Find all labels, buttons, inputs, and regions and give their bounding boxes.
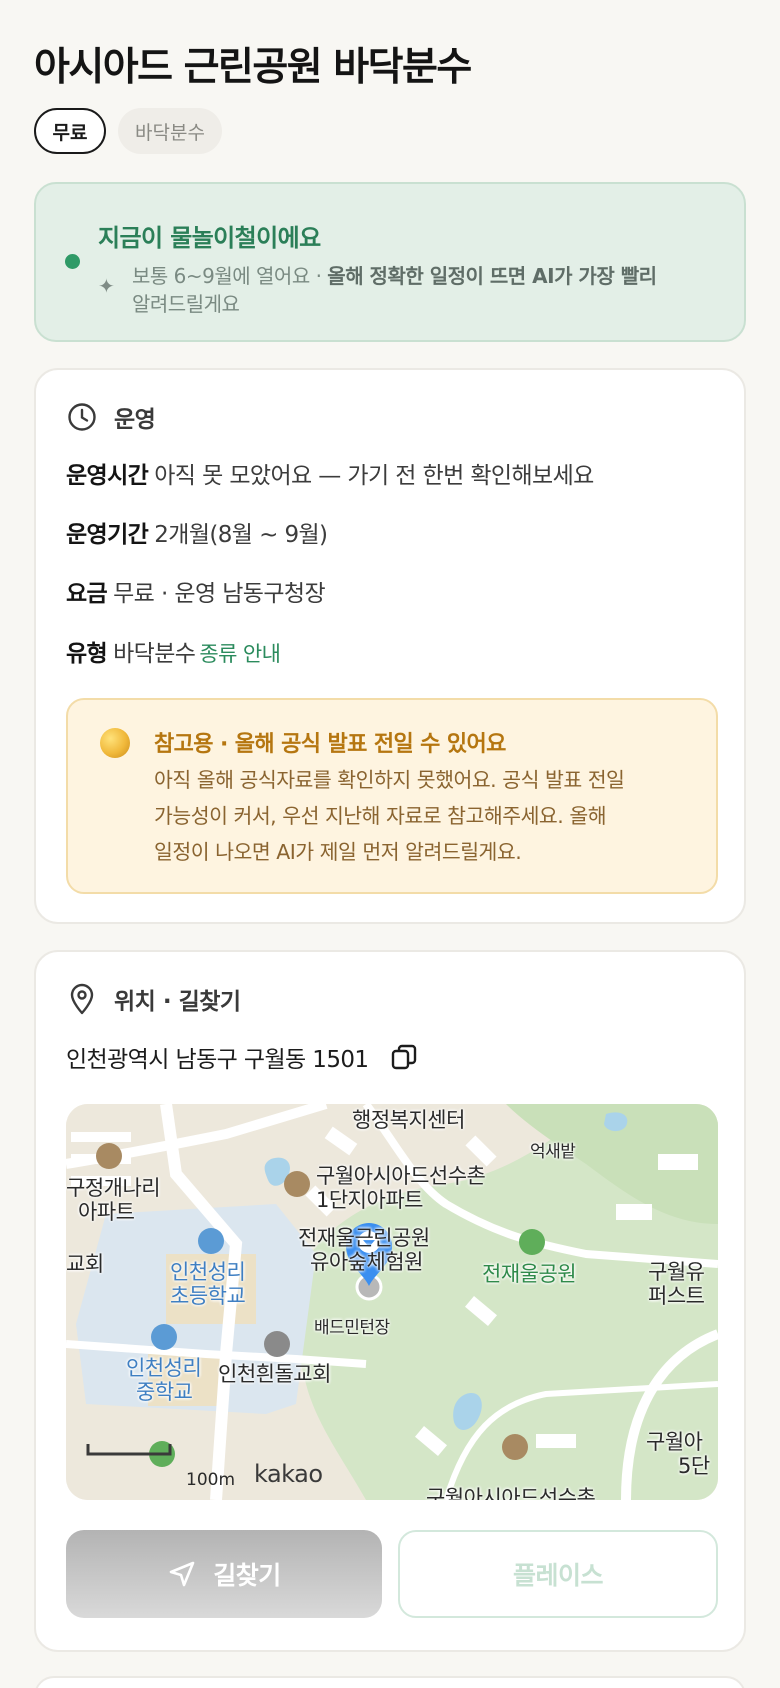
page: 아시아드 근린공원 바닥분수 무료 바닥분수 지금이 물놀이철이에요 ✦ 보통 … bbox=[0, 0, 780, 1688]
address-row: 인천광역시 남동구 구월동 1501 bbox=[66, 1040, 418, 1074]
map-label-guwol-2: 퍼스트 bbox=[648, 1284, 705, 1308]
period-key: 운영기간 bbox=[66, 522, 149, 548]
map-label-eoksae: 억새밭 bbox=[530, 1142, 576, 1162]
hours-row: 운영시간 아직 못 모았어요 — 가기 전 한번 확인해보세요 bbox=[66, 456, 594, 490]
operation-header: 운영 bbox=[66, 400, 156, 434]
fee-key: 요금 bbox=[66, 581, 108, 607]
map-label-school1-a: 인천성리 bbox=[170, 1260, 246, 1284]
map-label-guwol5-b: 5단 bbox=[678, 1454, 710, 1478]
place-button[interactable]: 플레이스 bbox=[398, 1530, 718, 1618]
navigate-button[interactable]: 길찾기 bbox=[66, 1530, 382, 1618]
notice-title: 참고용 · 올해 공식 발표 전일 수 있어요 bbox=[154, 732, 506, 757]
map-label-park-a2: 유아숲체험원 bbox=[310, 1250, 423, 1274]
location-title: 위치 · 길찾기 bbox=[114, 989, 241, 1015]
moon-icon bbox=[100, 728, 130, 758]
map-label-school2-a: 인천성리 bbox=[126, 1356, 202, 1380]
notice-line-1: 아직 올해 공식자료를 확인하지 못했어요. 공식 발표 전일 bbox=[154, 768, 625, 792]
map-label-center: 행정복지센터 bbox=[352, 1108, 465, 1132]
season-desc-tail: 알려드릴게요 bbox=[132, 292, 240, 316]
type-value: 바닥분수 bbox=[113, 641, 196, 667]
price-chip[interactable]: 무료 bbox=[34, 108, 106, 154]
next-card-edge bbox=[34, 1676, 746, 1688]
type-row: 유형 바닥분수 종류 안내 bbox=[66, 634, 281, 668]
map-label-park-a1: 전재울근린공원 bbox=[298, 1226, 430, 1250]
place-button-label: 플레이스 bbox=[512, 1561, 604, 1590]
clock-icon bbox=[66, 401, 98, 433]
map-label-church-left: 교회 bbox=[66, 1252, 104, 1276]
operation-card: 운영 운영시간 아직 못 모았어요 — 가기 전 한번 확인해보세요 운영기간 2개… bbox=[34, 368, 746, 924]
type-key: 유형 bbox=[66, 641, 108, 667]
map-scale-label: 100m bbox=[186, 1470, 236, 1490]
copy-icon[interactable] bbox=[390, 1043, 418, 1071]
hours-value: 아직 못 모았어요 — 가기 전 한번 확인해보세요 bbox=[154, 463, 594, 489]
season-banner: 지금이 물놀이철이에요 ✦ 보통 6~9월에 열어요 · 올해 정확한 일정이 … bbox=[34, 182, 746, 342]
location-pin-icon bbox=[66, 983, 98, 1015]
map-label-guwol5-a: 구월아 bbox=[646, 1430, 703, 1454]
notice-line-3: 일정이 나오면 AI가 제일 먼저 알려드릴게요. bbox=[154, 840, 522, 864]
map-label-jeong-1: 구정개나리 bbox=[66, 1176, 161, 1200]
fee-value: 무료 · 운영 남동구청장 bbox=[113, 581, 326, 607]
map-label-apt1-b: 1단지아파트 bbox=[316, 1188, 423, 1212]
fee-row: 요금 무료 · 운영 남동구청장 bbox=[66, 574, 326, 608]
period-value: 2개월(8월 ~ 9월) bbox=[154, 522, 328, 548]
notice-body: 아직 올해 공식자료를 확인하지 못했어요. 공식 발표 전일 가능성이 커서,… bbox=[154, 762, 694, 870]
map-brand-logo: kakao bbox=[254, 1460, 323, 1488]
map-view[interactable]: 행정복지센터 억새밭 구월아시아드선수촌 1단지아파트 구정개나리 아파트 교회… bbox=[66, 1104, 718, 1500]
season-desc-bold: 올해 정확한 일정이 뜨면 AI가 가장 빨리 bbox=[327, 264, 657, 288]
season-headline: 지금이 물놀이철이에요 bbox=[98, 224, 321, 252]
reference-notice: 참고용 · 올해 공식 발표 전일 수 있어요 아직 올해 공식자료를 확인하지… bbox=[66, 698, 718, 894]
operation-title: 운영 bbox=[114, 407, 156, 433]
map-label-school2-b: 중학교 bbox=[136, 1380, 193, 1404]
type-chip[interactable]: 바닥분수 bbox=[118, 108, 222, 154]
sparkle-icon: ✦ bbox=[98, 274, 115, 298]
map-label-apt1-a: 구월아시아드선수촌 bbox=[316, 1164, 486, 1188]
type-guide-link[interactable]: 종류 안내 bbox=[199, 642, 281, 666]
map-label-school1-b: 초등학교 bbox=[170, 1284, 246, 1308]
page-title: 아시아드 근린공원 바닥분수 bbox=[34, 45, 472, 90]
map-label-park-b: 전재울공원 bbox=[482, 1262, 577, 1286]
map-label-bottom: 구월아시아드선수촌 bbox=[426, 1486, 596, 1500]
navigation-arrow-icon bbox=[167, 1559, 197, 1589]
navigate-button-label: 길찾기 bbox=[213, 1561, 281, 1590]
status-dot bbox=[65, 254, 80, 269]
map-label-jeong-2: 아파트 bbox=[78, 1200, 135, 1224]
notice-line-2: 가능성이 커서, 우선 지난해 자료로 참고해주세요. 올해 bbox=[154, 804, 607, 828]
location-card: 위치 · 길찾기 인천광역시 남동구 구월동 1501 행정복지센터 억새밭 구… bbox=[34, 950, 746, 1652]
hours-key: 운영시간 bbox=[66, 463, 149, 489]
season-description: 보통 6~9월에 열어요 · 올해 정확한 일정이 뜨면 AI가 가장 빨리알려… bbox=[132, 262, 732, 318]
location-header: 위치 · 길찾기 bbox=[66, 982, 241, 1016]
season-desc-plain: 보통 6~9월에 열어요 · bbox=[132, 264, 328, 288]
period-row: 운영기간 2개월(8월 ~ 9월) bbox=[66, 515, 328, 549]
map-label-badminton: 배드민턴장 bbox=[314, 1318, 390, 1338]
address-text: 인천광역시 남동구 구월동 1501 bbox=[66, 1047, 369, 1073]
map-label-guwol-1: 구월유 bbox=[648, 1260, 705, 1284]
map-label-church-bottom: 인천흰돌교회 bbox=[218, 1362, 331, 1386]
